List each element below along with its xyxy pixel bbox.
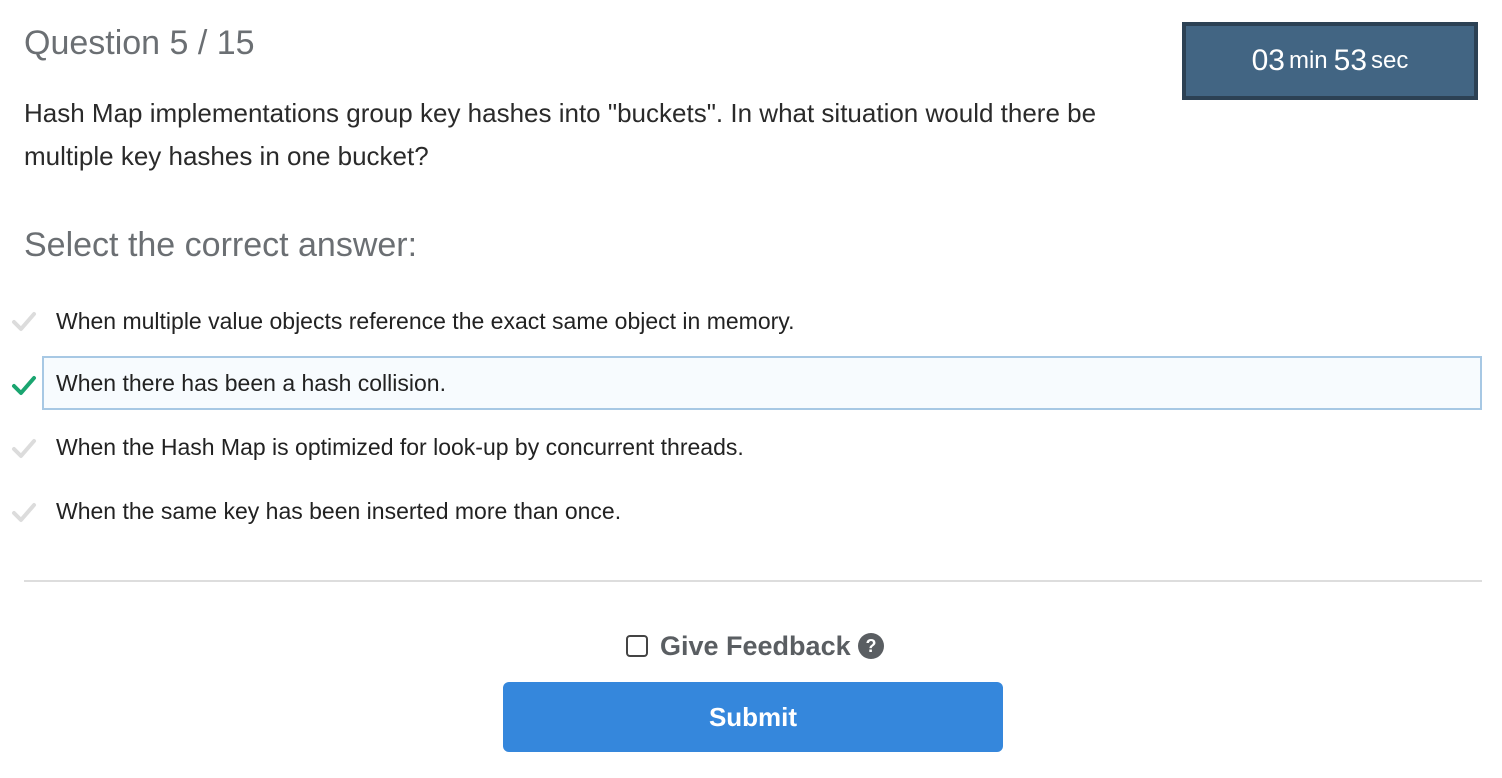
timer-seconds: 53 — [1333, 44, 1368, 77]
give-feedback-toggle[interactable]: Give Feedback ? — [626, 626, 885, 666]
answer-option-label: When multiple value objects reference th… — [56, 307, 795, 334]
answers-heading: Select the correct answer: — [24, 226, 418, 264]
timer-seconds-unit: sec — [1371, 47, 1409, 74]
countdown-timer: 03 min 53 sec — [1182, 22, 1478, 100]
quiz-page: Question 5 / 15 03 min 53 sec Hash Map i… — [0, 0, 1502, 778]
feedback-checkbox[interactable] — [626, 635, 648, 657]
check-icon — [12, 503, 36, 522]
timer-minutes: 03 — [1251, 44, 1285, 77]
answer-option-selected[interactable]: When there has been a hash collision. — [42, 356, 1482, 410]
question-text: Hash Map implementations group key hashe… — [24, 98, 1097, 171]
feedback-label: Give Feedback — [660, 630, 851, 661]
svg-text:?: ? — [865, 636, 876, 656]
timer-minutes-unit: min — [1288, 47, 1328, 74]
question-circle-icon[interactable]: ? — [857, 632, 885, 660]
check-icon — [12, 376, 36, 395]
divider — [24, 580, 1482, 582]
answer-option[interactable]: When multiple value objects reference th… — [42, 294, 1482, 348]
question-counter: Question 5 / 15 — [24, 24, 255, 62]
answer-option-label: When there has been a hash collision. — [56, 369, 446, 396]
answer-option[interactable]: When the same key has been inserted more… — [42, 484, 1482, 538]
check-icon — [12, 312, 36, 331]
answer-option-label: When the same key has been inserted more… — [56, 497, 622, 524]
check-icon — [12, 439, 36, 458]
submit-button[interactable]: Submit — [503, 682, 1003, 752]
answer-option[interactable]: When the Hash Map is optimized for look-… — [42, 420, 1482, 474]
answer-option-label: When the Hash Map is optimized for look-… — [56, 433, 744, 460]
